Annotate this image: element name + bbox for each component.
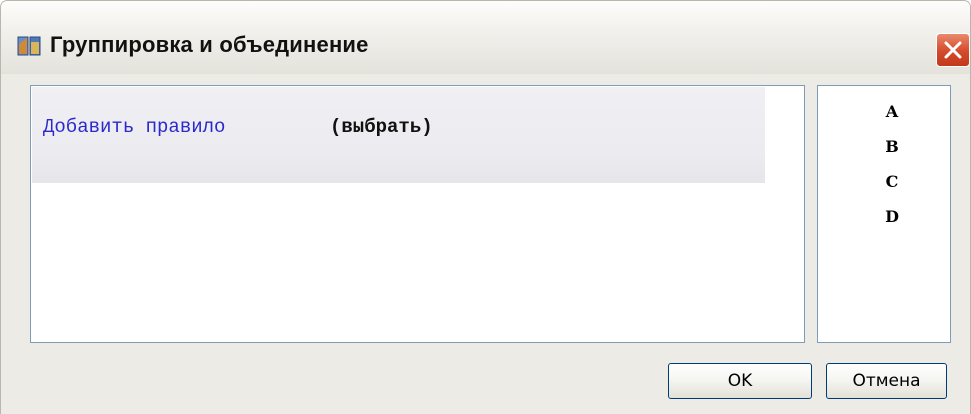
- rules-panel[interactable]: Добавить правило (выбрать): [30, 85, 805, 343]
- title-bar[interactable]: Группировка и объединение: [0, 0, 971, 74]
- ok-button[interactable]: OK: [668, 363, 812, 399]
- cancel-button[interactable]: Отмена: [826, 363, 947, 399]
- field-list: A B C D: [818, 94, 950, 234]
- window-title: Группировка и объединение: [50, 32, 369, 57]
- app-icon: [17, 34, 41, 58]
- rule-row: Добавить правило (выбрать): [32, 87, 765, 183]
- dialog-window: Группировка и объединение Добавить прави…: [0, 0, 971, 414]
- field-item[interactable]: B: [818, 129, 950, 164]
- close-icon: [944, 41, 962, 59]
- select-field-dropdown[interactable]: (выбрать): [330, 116, 433, 138]
- field-item[interactable]: A: [818, 94, 950, 129]
- add-rule-link[interactable]: Добавить правило: [43, 116, 225, 138]
- fields-panel[interactable]: A B C D: [817, 85, 951, 343]
- close-button[interactable]: [936, 33, 970, 67]
- field-item[interactable]: D: [818, 199, 950, 234]
- field-item[interactable]: C: [818, 164, 950, 199]
